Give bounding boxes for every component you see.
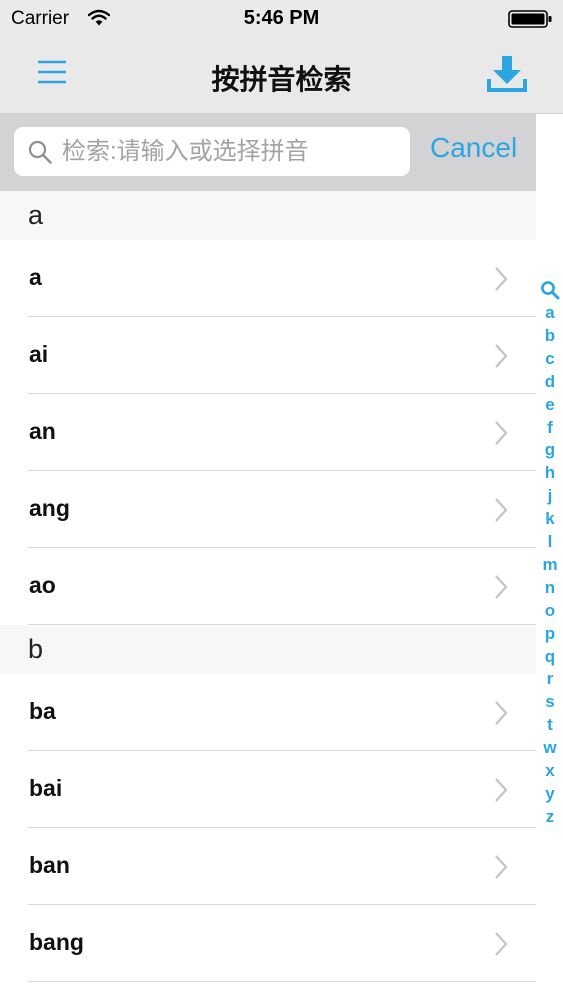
index-letter-x[interactable]: x (538, 761, 562, 781)
status-time: 5:46 PM (243, 7, 320, 29)
index-letter-k[interactable]: k (538, 509, 562, 529)
chevron-right-icon (495, 498, 508, 522)
list-item[interactable]: bang (0, 905, 536, 982)
list-item[interactable]: ang (0, 471, 536, 548)
section-header-a: a (0, 191, 536, 240)
list-item[interactable]: ao (0, 548, 536, 625)
list-item-label: bang (29, 929, 84, 955)
pinyin-table: a a ai an ang ao b ba bai ban bang (0, 191, 536, 982)
index-letter-j[interactable]: j (538, 486, 562, 506)
chevron-right-icon (495, 267, 508, 291)
list-item[interactable]: ban (0, 828, 536, 905)
section-index-bar[interactable]: abcdefghjklmnopqrstwxyz (538, 280, 562, 836)
status-bar: Carrier 5:46 PM (0, 0, 563, 38)
index-letter-c[interactable]: c (538, 349, 562, 369)
row-divider (28, 981, 536, 982)
chevron-right-icon (495, 344, 508, 368)
download-icon[interactable] (487, 55, 527, 93)
index-letter-d[interactable]: d (538, 372, 562, 392)
list-item[interactable]: a (0, 240, 536, 317)
section-header-label: b (28, 634, 44, 664)
list-item-label: ai (29, 341, 49, 367)
chevron-right-icon (495, 932, 508, 956)
list-item[interactable]: an (0, 394, 536, 471)
index-letter-q[interactable]: q (538, 647, 562, 667)
index-letter-f[interactable]: f (538, 418, 562, 438)
navigation-bar: 按拼音检索 (0, 38, 563, 114)
chevron-right-icon (495, 701, 508, 725)
index-letter-o[interactable]: o (538, 601, 562, 621)
index-letter-l[interactable]: l (538, 532, 562, 552)
index-letter-b[interactable]: b (538, 326, 562, 346)
page-title: 按拼音检索 (211, 64, 352, 95)
search-bar: Cancel (0, 114, 536, 191)
index-letter-s[interactable]: s (538, 692, 562, 712)
index-letter-w[interactable]: w (538, 738, 562, 758)
section-header-label: a (28, 200, 44, 230)
index-letter-z[interactable]: z (538, 807, 562, 827)
index-letter-y[interactable]: y (538, 784, 562, 804)
app-screen: Carrier 5:46 PM 按拼音检索 检索:请输入或选择拼音 Cancel… (0, 0, 563, 1000)
index-letter-t[interactable]: t (538, 715, 562, 735)
list-item-label: a (29, 264, 42, 290)
index-letter-a[interactable]: a (538, 303, 562, 323)
search-field-container[interactable] (14, 127, 410, 176)
list-item-label: bai (29, 775, 63, 801)
list-item[interactable]: ba (0, 674, 536, 751)
list-item-label: ba (29, 698, 56, 724)
battery-icon (508, 10, 552, 28)
index-letter-h[interactable]: h (538, 463, 562, 483)
list-item-label: ao (29, 572, 56, 598)
chevron-right-icon (495, 778, 508, 802)
list-item-label: ban (29, 852, 70, 878)
index-letter-r[interactable]: r (538, 669, 562, 689)
list-item-label: ang (29, 495, 70, 521)
list-item[interactable]: ai (0, 317, 536, 394)
index-letter-m[interactable]: m (538, 555, 562, 575)
chevron-right-icon (495, 421, 508, 445)
index-letter-n[interactable]: n (538, 578, 562, 598)
list-item[interactable]: bai (0, 751, 536, 828)
search-icon (28, 140, 52, 164)
list-item-label: an (29, 418, 56, 444)
section-header-b: b (0, 625, 536, 674)
index-search-icon[interactable] (540, 280, 560, 300)
index-letter-g[interactable]: g (538, 440, 562, 460)
search-input[interactable] (62, 127, 402, 176)
chevron-right-icon (495, 855, 508, 879)
index-letter-p[interactable]: p (538, 624, 562, 644)
cancel-button[interactable]: Cancel (430, 132, 517, 164)
index-letter-e[interactable]: e (538, 395, 562, 415)
chevron-right-icon (495, 575, 508, 599)
